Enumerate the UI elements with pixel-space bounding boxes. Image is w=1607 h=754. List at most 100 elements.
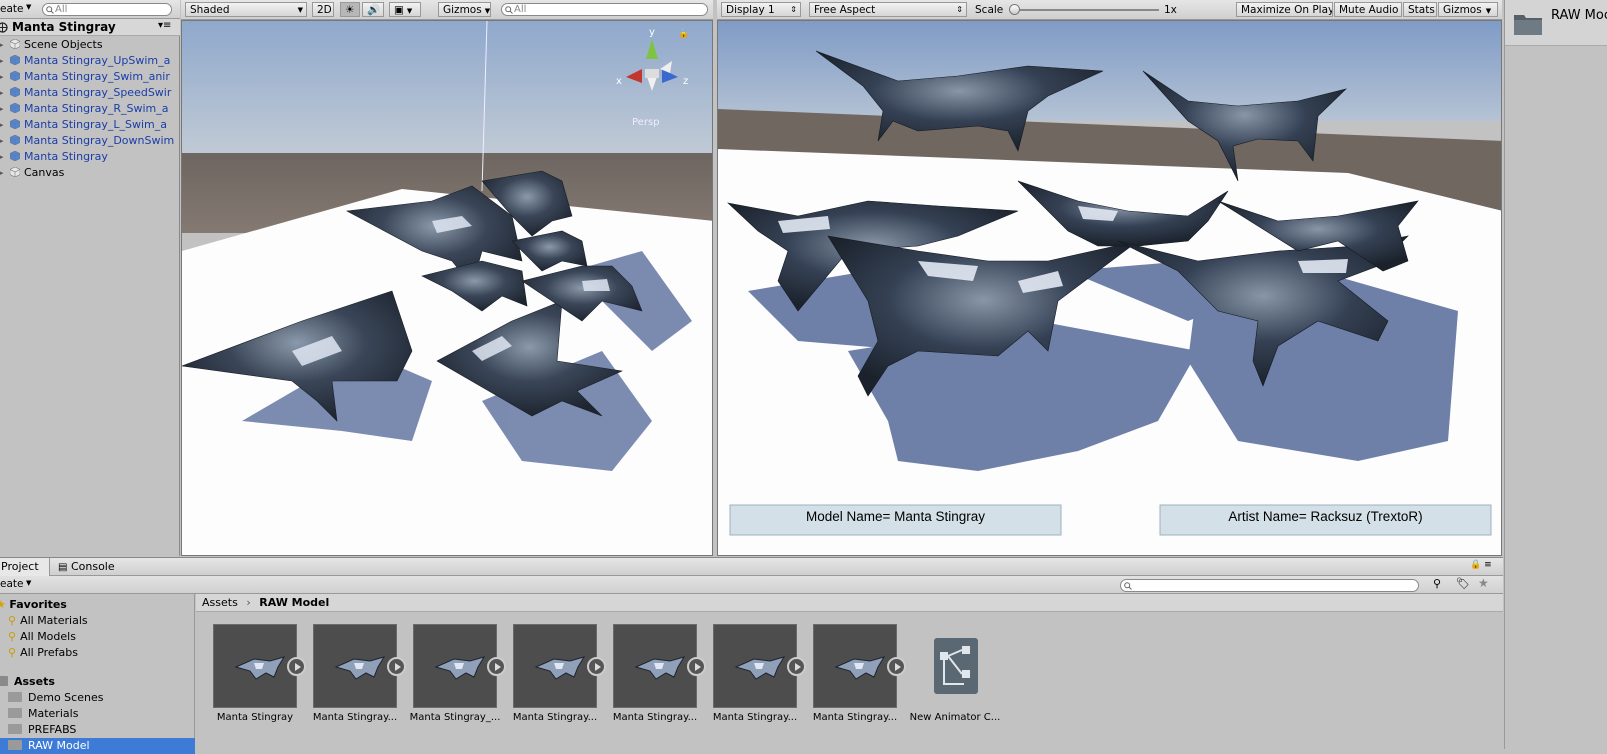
game-gizmos-dropdown[interactable]: Gizmos ▼ [1438, 2, 1498, 17]
star-icon: ★ [0, 598, 6, 611]
model-asset[interactable]: Manta Stingray... [313, 624, 406, 723]
project-tree: ★ Favorites ⚲ All Materials ⚲ All Models ⚲ Al… [0, 594, 195, 754]
tab-project[interactable]: Project [0, 558, 50, 576]
expand-play-icon[interactable] [287, 657, 306, 676]
asset-folder-item[interactable]: Materials [0, 706, 195, 722]
model-asset[interactable]: Manta Stingray... [513, 624, 606, 723]
scene-gizmos-dropdown[interactable]: Gizmos ▼ [438, 2, 491, 17]
expand-arrow-icon[interactable]: ▸ [0, 53, 4, 69]
scale-slider[interactable] [1009, 4, 1159, 16]
hierarchy-item[interactable]: ▸ Scene Objects [0, 37, 180, 53]
display-dropdown[interactable]: Display 1 ⇕ [721, 2, 801, 17]
prefab-cube-icon [10, 71, 20, 81]
favorite-item[interactable]: ⚲ All Models [8, 629, 76, 645]
expand-play-icon[interactable] [587, 657, 606, 676]
maximize-on-play-toggle[interactable]: Maximize On Play [1236, 2, 1333, 17]
expand-arrow-icon[interactable]: ▸ [0, 117, 4, 133]
asset-folder-item[interactable]: Demo Scenes [0, 690, 195, 706]
assets-header[interactable]: Assets [0, 674, 55, 690]
expand-arrow-icon[interactable]: ▸ [0, 85, 4, 101]
breadcrumb-current[interactable]: RAW Model [259, 596, 329, 609]
expand-play-icon[interactable] [387, 657, 406, 676]
hierarchy-item-label: Manta Stingray [24, 150, 108, 163]
manta-ray-icon [534, 656, 586, 680]
expand-arrow-icon[interactable]: ▸ [0, 149, 4, 165]
scene-search-input[interactable]: All [501, 3, 708, 16]
expand-arrow-icon[interactable]: ▸ [0, 69, 4, 85]
lock-icon[interactable]: 🔒 ≡ [1470, 560, 1492, 570]
asset-label: Manta Stingray... [312, 712, 398, 723]
expand-arrow-icon[interactable]: ▸ [0, 165, 4, 181]
scene-orientation-gizmo[interactable]: y x z Persp 🔒 [612, 27, 692, 128]
scene-viewport[interactable]: y x z Persp 🔒 [181, 20, 713, 556]
asset-label: Manta Stingray... [712, 712, 798, 723]
project-toolbar: eate ▼ ⚲ 🏷 ★ [0, 576, 1503, 594]
gizmo-z-label: z [683, 76, 689, 87]
hierarchy-toolbar: eate ▼ All [0, 0, 180, 19]
model-thumbnail [313, 624, 406, 708]
model-thumbnail [513, 624, 606, 708]
hierarchy-search-input[interactable]: All [42, 3, 172, 16]
hierarchy-item[interactable]: ▸ Manta Stingray_DownSwim [0, 133, 180, 149]
filter-by-type-icon[interactable]: ⚲ [1433, 577, 1441, 590]
scale-slider-thumb[interactable] [1009, 4, 1020, 15]
expand-arrow-icon[interactable]: ▸ [0, 37, 4, 53]
prefab-cube-icon [10, 87, 20, 97]
expand-arrow-icon[interactable]: ▸ [0, 133, 4, 149]
favorites-header[interactable]: ★ Favorites [0, 597, 67, 613]
favorite-label: All Prefabs [20, 646, 79, 659]
favorite-item[interactable]: ⚲ All Prefabs [8, 645, 78, 661]
lighting-toggle-button[interactable]: ☀ [340, 2, 360, 17]
asset-folder-item[interactable]: PREFABS [0, 722, 195, 738]
hierarchy-item[interactable]: ▸ Manta Stingray_R_Swim_a [0, 101, 180, 117]
dropdown-arrow-icon: ⇕ [956, 5, 963, 14]
model-asset[interactable]: Manta Stingray... [813, 624, 906, 723]
asset-label: New Animator C... [909, 712, 1001, 723]
hierarchy-item[interactable]: ▸ Manta Stingray [0, 149, 180, 165]
expand-arrow-icon[interactable]: ▸ [0, 101, 4, 117]
hierarchy-item[interactable]: ▸ Manta Stingray_L_Swim_a [0, 117, 180, 133]
hierarchy-create-button[interactable]: eate [0, 3, 23, 15]
expand-play-icon[interactable] [487, 657, 506, 676]
artist-name-label: Artist Name= Racksuz (TrextoR) [1228, 509, 1423, 524]
animator-controller-asset[interactable]: New Animator C... [910, 624, 1000, 723]
scene-header[interactable]: Manta Stingray ▾≡ [0, 19, 180, 36]
hierarchy-item[interactable]: ▸ Manta Stingray_UpSwim_a [0, 53, 180, 69]
search-filter-icon: ⚲ [8, 646, 17, 659]
asset-folder-item[interactable]: RAW Model [0, 738, 195, 754]
effects-toggle-button[interactable]: ▣ ▼ [389, 2, 421, 17]
scene-menu-icon[interactable]: ▾≡ [158, 20, 171, 31]
favorite-item[interactable]: ⚲ All Materials [8, 613, 88, 629]
game-viewport[interactable]: Model Name= Manta Stingray Artist Name= … [717, 20, 1502, 556]
expand-play-icon[interactable] [887, 657, 906, 676]
tab-console[interactable]: ▤ Console [58, 558, 128, 576]
search-icon [46, 6, 54, 14]
audio-toggle-button[interactable]: 🔊 [362, 2, 384, 17]
model-asset[interactable]: Manta Stingray... [613, 624, 706, 723]
filter-by-label-icon[interactable]: 🏷 [1456, 577, 1470, 590]
hierarchy-item[interactable]: ▸ Manta Stingray_Swim_anir [0, 69, 180, 85]
model-thumbnail [413, 624, 506, 708]
favorite-star-icon[interactable]: ★ [1478, 576, 1489, 590]
model-asset[interactable]: Manta Stingray [213, 624, 306, 723]
expand-play-icon[interactable] [787, 657, 806, 676]
aspect-dropdown[interactable]: Free Aspect ⇕ [809, 2, 967, 17]
prefab-cube-icon [10, 55, 20, 65]
hierarchy-item[interactable]: ▸ Canvas [0, 165, 180, 181]
expand-play-icon[interactable] [687, 657, 706, 676]
model-asset[interactable]: Manta Stingray... [713, 624, 806, 723]
model-thumbnail [713, 624, 806, 708]
2d-toggle-button[interactable]: 2D [312, 2, 334, 17]
stats-toggle[interactable]: Stats [1403, 2, 1437, 17]
breadcrumb-assets[interactable]: Assets [202, 596, 238, 609]
project-create-button[interactable]: eate [0, 578, 23, 590]
prefab-cube-icon [10, 103, 20, 113]
hierarchy-item[interactable]: ▸ Manta Stingray_SpeedSwir [0, 85, 180, 101]
lock-icon[interactable]: 🔒 [678, 29, 689, 39]
game-view-panel: Display 1 ⇕ Free Aspect ⇕ Scale 1x Maxim… [717, 0, 1502, 556]
shading-mode-dropdown[interactable]: Shaded ▼ [185, 2, 307, 17]
model-asset[interactable]: Manta Stingray_... [410, 624, 506, 723]
mute-audio-toggle[interactable]: Mute Audio [1334, 2, 1402, 17]
project-search-input[interactable] [1120, 579, 1419, 592]
inspector-title: RAW Moc [1551, 8, 1607, 23]
